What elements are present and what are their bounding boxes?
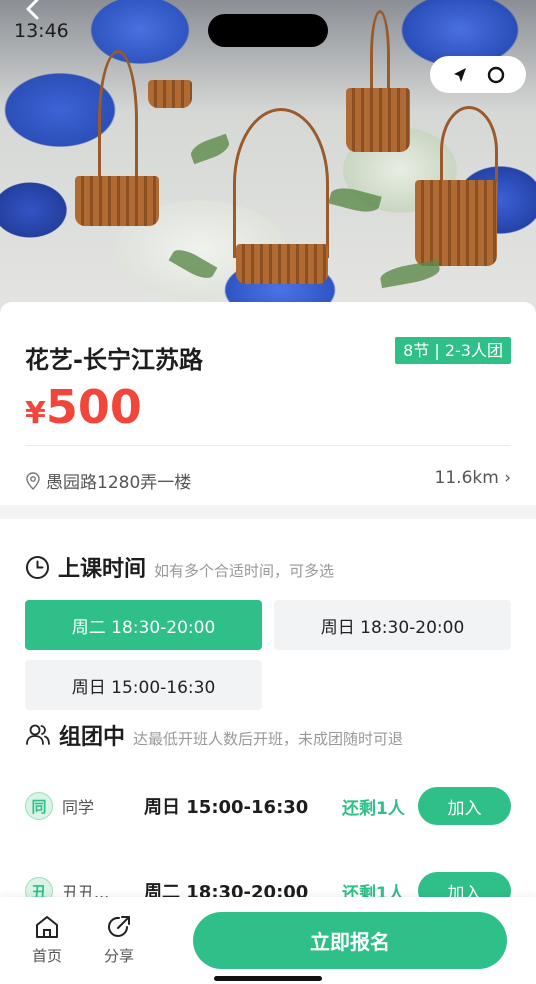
mini-program-capsule[interactable] <box>430 56 526 93</box>
join-group-button[interactable]: 加入 <box>418 787 511 825</box>
distance-link[interactable]: 11.6km › <box>435 468 511 488</box>
course-tag: 8节 | 2-3人团 <box>395 337 511 364</box>
schedule-header: 上课时间 如有多个合适时间，可多选 <box>25 551 334 583</box>
groups-title: 组团中 <box>59 725 126 750</box>
tab-home[interactable]: 首页 <box>32 913 62 966</box>
home-icon <box>36 916 58 938</box>
price-value: 500 <box>45 380 142 434</box>
bottom-action-bar: 首页 分享 立即报名 <box>0 897 536 984</box>
basket <box>75 176 159 226</box>
time-slot-sun-1830[interactable]: 周日 18:30-20:00 <box>274 600 511 650</box>
group-remaining: 还剩1人 <box>342 798 405 819</box>
group-row: 同 同学 周日 15:00-16:30 还剩1人 加入 <box>25 787 511 825</box>
schedule-title: 上课时间 <box>58 557 147 582</box>
clock-icon <box>26 555 49 579</box>
currency-symbol: ¥ <box>25 396 46 431</box>
tab-home-label: 首页 <box>32 947 63 965</box>
groups-header: 组团中 达最低开班人数后开班，未成团随时可退 <box>25 719 403 751</box>
signup-now-button[interactable]: 立即报名 <box>193 912 507 969</box>
home-indicator <box>214 976 322 981</box>
share-icon <box>108 916 130 937</box>
course-cover-image: 13:46 <box>0 0 536 320</box>
basket <box>148 80 192 108</box>
leaf <box>168 244 218 284</box>
address-text: 愚园路1280弄一楼 <box>46 473 192 493</box>
price: ¥500 <box>25 380 142 434</box>
avatar: 同 <box>25 792 53 820</box>
groups-subtitle: 达最低开班人数后开班，未成团随时可退 <box>133 730 404 748</box>
tab-share[interactable]: 分享 <box>104 913 134 966</box>
time-slot-sun-1500[interactable]: 周日 15:00-16:30 <box>25 660 262 710</box>
basket <box>346 88 410 152</box>
group-member-name: 同学 <box>62 798 95 817</box>
basket-handle <box>98 50 138 190</box>
course-title: 花艺-长宁江苏路 <box>25 346 203 374</box>
group-time: 周日 15:00-16:30 <box>144 797 309 818</box>
basket <box>415 180 497 266</box>
back-icon[interactable] <box>22 0 44 20</box>
leaf <box>188 133 232 165</box>
close-circle-icon[interactable] <box>486 65 506 85</box>
leaf <box>328 183 382 217</box>
leaf <box>378 259 442 289</box>
share-arrow-icon[interactable] <box>451 66 469 84</box>
basket-handle <box>233 108 329 258</box>
group-users-icon <box>26 724 50 745</box>
location-pin-icon <box>26 471 40 490</box>
course-info-card: 花艺-长宁江苏路 8节 | 2-3人团 ¥500 愚园路1280弄一楼 11.6… <box>0 302 536 505</box>
dynamic-island <box>208 14 328 47</box>
basket <box>236 244 328 284</box>
status-time: 13:46 <box>14 20 69 42</box>
schedule-subtitle: 如有多个合适时间，可多选 <box>154 562 335 580</box>
basket-handle <box>370 10 390 100</box>
address[interactable]: 愚园路1280弄一楼 <box>25 468 191 493</box>
tab-share-label: 分享 <box>104 947 135 965</box>
time-slot-tue-1830[interactable]: 周二 18:30-20:00 <box>25 600 262 650</box>
divider <box>25 445 511 446</box>
